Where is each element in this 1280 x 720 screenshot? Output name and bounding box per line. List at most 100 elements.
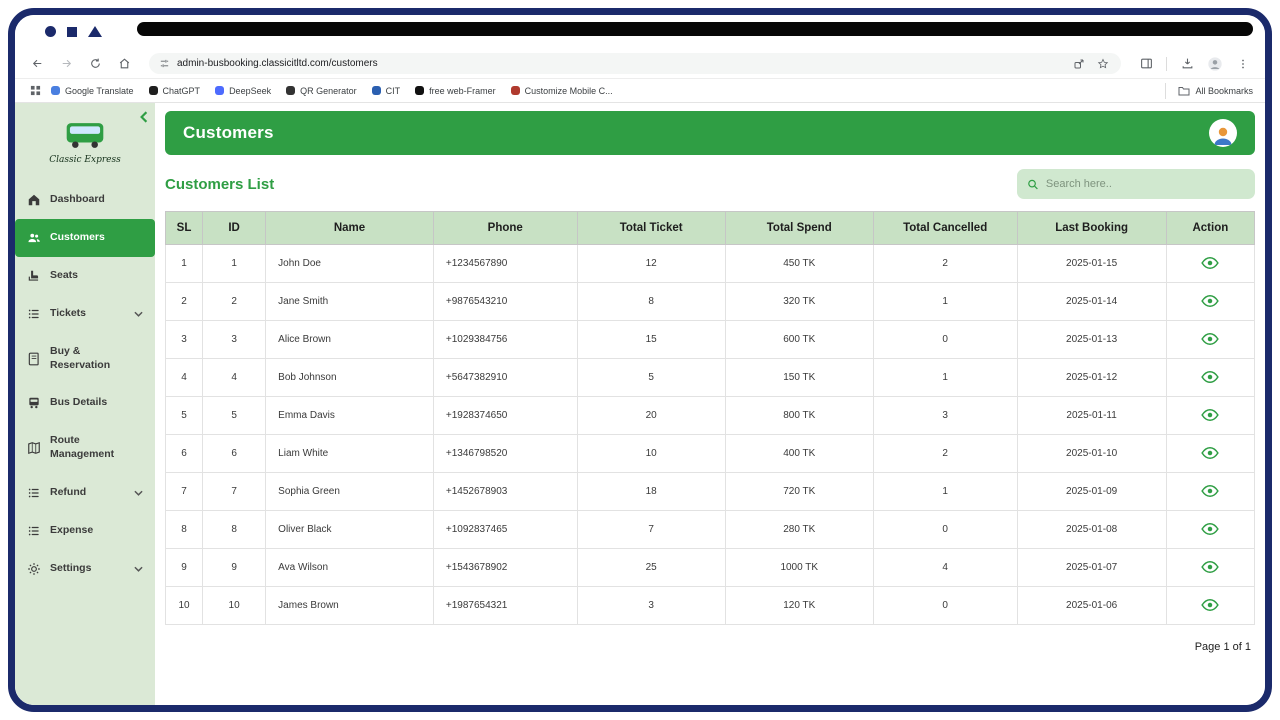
total-ticket-cell: 8 [576,282,726,321]
sidebar-item-bus-details[interactable]: Bus Details [15,384,155,422]
all-bookmarks-label: All Bookmarks [1195,85,1253,96]
phone-cell: +5647382910 [432,358,578,397]
url-text[interactable]: admin-busbooking.classicitltd.com/custom… [177,58,1064,69]
action-cell [1165,472,1256,511]
bookmark-favicon [148,86,158,95]
phone-cell: +1234567890 [432,244,578,283]
view-customer-button[interactable] [1197,559,1223,575]
id-cell: 1 [202,244,267,283]
site-settings-icon[interactable] [159,58,170,69]
name-cell: Ava Wilson [265,548,434,587]
phone-cell: +1543678902 [432,548,578,587]
address-bar[interactable]: admin-busbooking.classicitltd.com/custom… [149,53,1121,74]
sidebar-item-buy-reservation[interactable]: Buy & Reservation [15,333,155,384]
sidebar-item-expense[interactable]: Expense [15,512,155,550]
sl-cell: 1 [164,244,204,283]
browser-profile-button[interactable] [1207,56,1223,72]
pagination-status: Page 1 of 1 [1194,641,1251,653]
page-title: Customers [183,123,274,142]
bookmark-item[interactable]: QR Generator [286,86,357,96]
view-customer-button[interactable] [1197,483,1223,499]
eye-icon [1201,484,1220,498]
home-button[interactable] [114,54,134,74]
col-sl: SL [164,211,204,245]
sidebar-item-customers[interactable]: Customers [15,219,155,257]
id-cell: 4 [202,358,267,397]
gear-icon [28,562,40,575]
share-button[interactable] [1071,56,1087,72]
bookmark-label: ChatGPT [162,85,201,96]
sidebar-collapse-button[interactable] [140,111,148,126]
last-booking-cell: 2025-01-14 [1016,282,1167,321]
brand-name: Classic Express [49,155,121,165]
search-input[interactable] [1045,178,1245,190]
sidebar-item-tickets[interactable]: Tickets [15,295,155,333]
id-cell: 8 [202,510,267,549]
sidebar-item-dashboard[interactable]: Dashboard [15,181,155,219]
apps-grid-button[interactable] [27,83,43,99]
reload-button[interactable] [85,54,105,74]
bookmark-item[interactable]: DeepSeek [215,86,271,96]
total-spend-cell: 720 TK [724,472,874,511]
total-ticket-cell: 7 [576,510,726,549]
sidebar-item-settings[interactable]: Settings [15,550,155,588]
user-avatar[interactable] [1209,119,1237,147]
col-total-ticket: Total Ticket [576,211,726,245]
eye-icon [1201,522,1220,536]
view-customer-button[interactable] [1197,407,1223,423]
view-customer-button[interactable] [1197,597,1223,613]
bookmark-favicon [371,86,381,95]
total-cancelled-cell: 2 [872,244,1018,283]
triangle-shape [88,26,102,37]
bookmark-item[interactable]: free web-Framer [415,86,496,96]
view-customer-button[interactable] [1197,293,1223,309]
downloads-button[interactable] [1177,54,1197,74]
avatar-person-icon [1214,127,1232,145]
side-panel-button[interactable] [1136,54,1156,74]
sidebar-menu: Dashboard Customers Seats Tickets Buy & … [15,181,155,588]
bookmark-item[interactable]: CIT [371,86,400,96]
sidebar-item-route-management[interactable]: Route Management [15,422,155,473]
list-icon [28,488,39,497]
sidebar-item-seats[interactable]: Seats [15,257,155,295]
total-cancelled-cell: 1 [872,282,1018,321]
col-total-cancelled: Total Cancelled [872,211,1018,245]
total-spend-cell: 280 TK [724,510,874,549]
action-cell [1165,396,1256,435]
total-ticket-cell: 18 [576,472,726,511]
view-customer-button[interactable] [1197,369,1223,385]
bus-logo-icon [66,123,104,148]
forward-button[interactable] [56,54,76,74]
view-customer-button[interactable] [1197,445,1223,461]
view-customer-button[interactable] [1197,255,1223,271]
back-button[interactable] [27,54,47,74]
browser-menu-button[interactable] [1233,54,1253,74]
star-icon [1097,58,1109,68]
bookmark-item[interactable]: Google Translate [51,86,134,96]
bookmark-star-button[interactable] [1095,56,1111,72]
action-cell [1165,510,1256,549]
action-cell [1165,586,1256,625]
bookmark-item[interactable]: ChatGPT [148,85,201,96]
last-booking-cell: 2025-01-06 [1016,586,1167,625]
view-customer-button[interactable] [1197,331,1223,347]
table-row: 6 6 Liam White +1346798520 10 400 TK 2 2025-01-… [164,434,1256,473]
bookmark-item[interactable]: Customize Mobile C... [510,86,613,96]
toolbar-divider [1166,56,1167,71]
sidebar-item-refund[interactable]: Refund [15,474,155,512]
search-box [1017,169,1255,199]
all-bookmarks-button[interactable]: All Bookmarks [1165,82,1253,99]
sl-cell: 7 [164,472,204,511]
total-spend-cell: 600 TK [724,320,874,359]
total-cancelled-cell: 0 [872,510,1018,549]
bookmark-favicon [286,86,296,95]
app-layout: Classic Express Dashboard Customers Seat… [15,103,1265,705]
list-icon [28,309,39,319]
table-header: SL ID Name Phone Total Ticket Total Spen… [164,211,1256,245]
view-customer-button[interactable] [1197,521,1223,537]
list-header-row: Customers List [165,169,1255,199]
search-icon [1028,179,1038,189]
col-name: Name [265,211,434,245]
toolbar-right-icons [1136,54,1253,74]
reload-icon [90,58,100,68]
